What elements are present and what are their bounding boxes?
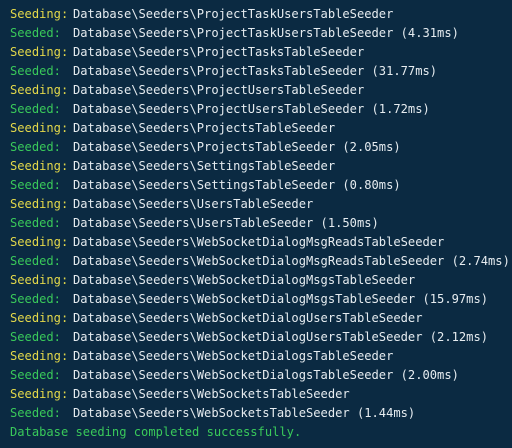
log-line: Seeded: Database\Seeders\SettingsTableSee… [10, 176, 512, 195]
seeder-class-text: Database\Seeders\WebSocketDialogMsgReads… [73, 254, 510, 268]
seeded-status-label: Seeded: [10, 368, 61, 382]
seeded-status-label: Seeded: [10, 406, 61, 420]
seeder-class-text: Database\Seeders\WebSocketDialogMsgsTabl… [73, 292, 489, 306]
seeder-class-text: Database\Seeders\UsersTableSeeder (1.50m… [73, 216, 379, 230]
seeder-class-text: Database\Seeders\WebSocketDialogMsgReads… [73, 235, 445, 249]
seeder-class-text: Database\Seeders\WebSocketDialogUsersTab… [73, 330, 489, 344]
seeder-class-text: Database\Seeders\WebSocketDialogsTableSe… [73, 368, 459, 382]
seeding-status-label: Seeding: [10, 197, 69, 211]
seeding-status-label: Seeding: [10, 349, 69, 363]
completion-message: Database seeding completed successfully. [10, 425, 302, 439]
log-lines: Seeding: Database\Seeders\ProjectTaskUser… [10, 5, 512, 423]
seeding-status-label: Seeding: [10, 7, 69, 21]
log-line: Seeding: Database\Seeders\UsersTableSeede… [10, 195, 512, 214]
log-line: Seeding: Database\Seeders\WebSocketsTable… [10, 385, 512, 404]
seeded-status-label: Seeded: [10, 64, 61, 78]
seeding-status-label: Seeding: [10, 159, 69, 173]
seeder-class-text: Database\Seeders\WebSocketsTableSeeder (… [73, 406, 416, 420]
log-line: Seeding: Database\Seeders\WebSocketDialog… [10, 309, 512, 328]
seeder-class-text: Database\Seeders\SettingsTableSeeder (0.… [73, 178, 401, 192]
seeder-class-text: Database\Seeders\ProjectTaskUsersTableSe… [73, 7, 394, 21]
seeded-status-label: Seeded: [10, 140, 61, 154]
seeder-class-text: Database\Seeders\SettingsTableSeeder [73, 159, 336, 173]
seeding-status-label: Seeding: [10, 83, 69, 97]
seeded-status-label: Seeded: [10, 254, 61, 268]
seeding-status-label: Seeding: [10, 235, 69, 249]
seeded-status-label: Seeded: [10, 102, 61, 116]
seeder-class-text: Database\Seeders\WebSocketDialogsTableSe… [73, 349, 394, 363]
log-line: Seeded: Database\Seeders\WebSocketDialogM… [10, 252, 512, 271]
log-line: Seeded: Database\Seeders\ProjectsTableSee… [10, 138, 512, 157]
log-line: Seeding: Database\Seeders\ProjectTasksTab… [10, 43, 512, 62]
log-line: Seeding: Database\Seeders\WebSocketDialog… [10, 347, 512, 366]
log-line: Seeded: Database\Seeders\ProjectTasksTabl… [10, 62, 512, 81]
log-line: Seeding: Database\Seeders\WebSocketDialog… [10, 271, 512, 290]
log-line: Seeding: Database\Seeders\ProjectUsersTab… [10, 81, 512, 100]
log-line: Seeded: Database\Seeders\WebSocketDialogs… [10, 366, 512, 385]
log-line: Seeded: Database\Seeders\WebSocketDialogU… [10, 328, 512, 347]
seeder-class-text: Database\Seeders\ProjectsTableSeeder [73, 121, 336, 135]
seeder-class-text: Database\Seeders\WebSocketsTableSeeder [73, 387, 350, 401]
seeding-status-label: Seeding: [10, 121, 69, 135]
seeder-class-text: Database\Seeders\ProjectUsersTableSeeder [73, 83, 365, 97]
seeding-status-label: Seeding: [10, 45, 69, 59]
seeded-status-label: Seeded: [10, 330, 61, 344]
seeded-status-label: Seeded: [10, 178, 61, 192]
seeder-class-text: Database\Seeders\WebSocketDialogMsgsTabl… [73, 273, 416, 287]
log-line: Seeded: Database\Seeders\ProjectUsersTabl… [10, 100, 512, 119]
seeder-class-text: Database\Seeders\ProjectTaskUsersTableSe… [73, 26, 459, 40]
seeder-class-text: Database\Seeders\ProjectUsersTableSeeder… [73, 102, 430, 116]
log-line: Seeding: Database\Seeders\ProjectTaskUser… [10, 5, 512, 24]
seeded-status-label: Seeded: [10, 26, 61, 40]
seeder-class-text: Database\Seeders\UsersTableSeeder [73, 197, 314, 211]
seeding-status-label: Seeding: [10, 311, 69, 325]
log-line: Seeding: Database\Seeders\SettingsTableSe… [10, 157, 512, 176]
seeder-class-text: Database\Seeders\ProjectTasksTableSeeder [73, 45, 365, 59]
seeding-status-label: Seeding: [10, 387, 69, 401]
log-line: Seeded: Database\Seeders\WebSocketDialogM… [10, 290, 512, 309]
seeded-status-label: Seeded: [10, 216, 61, 230]
seeding-status-label: Seeding: [10, 273, 69, 287]
log-line: Seeded: Database\Seeders\UsersTableSeeder… [10, 214, 512, 233]
seeder-class-text: Database\Seeders\ProjectTasksTableSeeder… [73, 64, 438, 78]
seeded-status-label: Seeded: [10, 292, 61, 306]
seeder-class-text: Database\Seeders\WebSocketDialogUsersTab… [73, 311, 423, 325]
seeder-class-text: Database\Seeders\ProjectsTableSeeder (2.… [73, 140, 401, 154]
log-line: Seeded: Database\Seeders\WebSocketsTableS… [10, 404, 512, 423]
terminal-output: Seeding: Database\Seeders\ProjectTaskUser… [0, 0, 512, 448]
log-line: Seeding: Database\Seeders\ProjectsTableSe… [10, 119, 512, 138]
log-line: Seeded: Database\Seeders\ProjectTaskUsers… [10, 24, 512, 43]
log-line: Seeding: Database\Seeders\WebSocketDialog… [10, 233, 512, 252]
